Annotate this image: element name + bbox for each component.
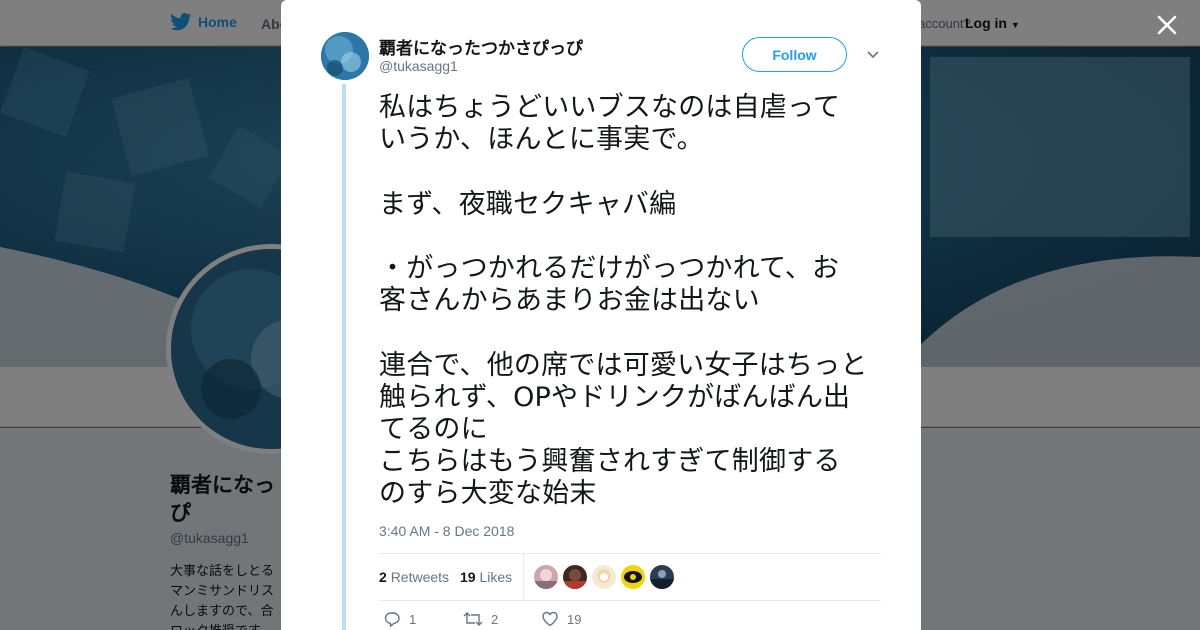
close-icon[interactable] bbox=[1154, 12, 1180, 38]
liker-avatar[interactable] bbox=[650, 565, 674, 589]
follow-button[interactable]: Follow bbox=[742, 37, 847, 72]
likes-count: 19 bbox=[460, 569, 476, 585]
thread-line bbox=[342, 84, 346, 630]
tweet-modal: 覇者になったつかさぴっぴ @tukasagg1 Follow 私はちょうどいいブ… bbox=[281, 0, 921, 630]
tweet-stats: 2 Retweets 19 Likes bbox=[379, 553, 881, 601]
retweet-action[interactable]: 2 bbox=[463, 610, 498, 628]
reply-icon bbox=[384, 612, 400, 628]
liker-avatar[interactable] bbox=[563, 565, 587, 589]
tweet-text: 私はちょうどいいブスなのは自虐って いうか、ほんとに事実で。 まず、夜職セクキャ… bbox=[379, 92, 868, 510]
liker-avatar[interactable] bbox=[592, 565, 616, 589]
reply-action[interactable]: 1 bbox=[383, 610, 416, 628]
chevron-down-icon[interactable] bbox=[865, 46, 881, 62]
likes-label: Likes bbox=[479, 569, 513, 585]
heart-icon bbox=[542, 611, 558, 627]
retweet-icon bbox=[463, 612, 483, 626]
like-action[interactable]: 19 bbox=[541, 610, 581, 628]
tweet-timestamp[interactable]: 3:40 AM - 8 Dec 2018 bbox=[379, 523, 514, 539]
liker-avatars bbox=[534, 565, 674, 589]
stats-divider bbox=[523, 554, 524, 600]
retweets-label: Retweets bbox=[390, 569, 450, 585]
retweets-stat[interactable]: 2 Retweets bbox=[379, 569, 449, 585]
liker-avatar[interactable] bbox=[534, 565, 558, 589]
liker-avatar[interactable] bbox=[621, 565, 645, 589]
like-count: 19 bbox=[567, 611, 582, 627]
reply-count: 1 bbox=[409, 611, 417, 627]
retweets-count: 2 bbox=[379, 569, 387, 585]
tweet-actions: 1 2 19 bbox=[379, 610, 881, 630]
retweet-count: 2 bbox=[491, 611, 499, 627]
likes-stat[interactable]: 19 Likes bbox=[460, 569, 512, 585]
user-handle[interactable]: @tukasagg1 bbox=[379, 58, 458, 74]
user-display-name[interactable]: 覇者になったつかさぴっぴ bbox=[379, 34, 583, 59]
user-avatar[interactable] bbox=[321, 32, 369, 80]
